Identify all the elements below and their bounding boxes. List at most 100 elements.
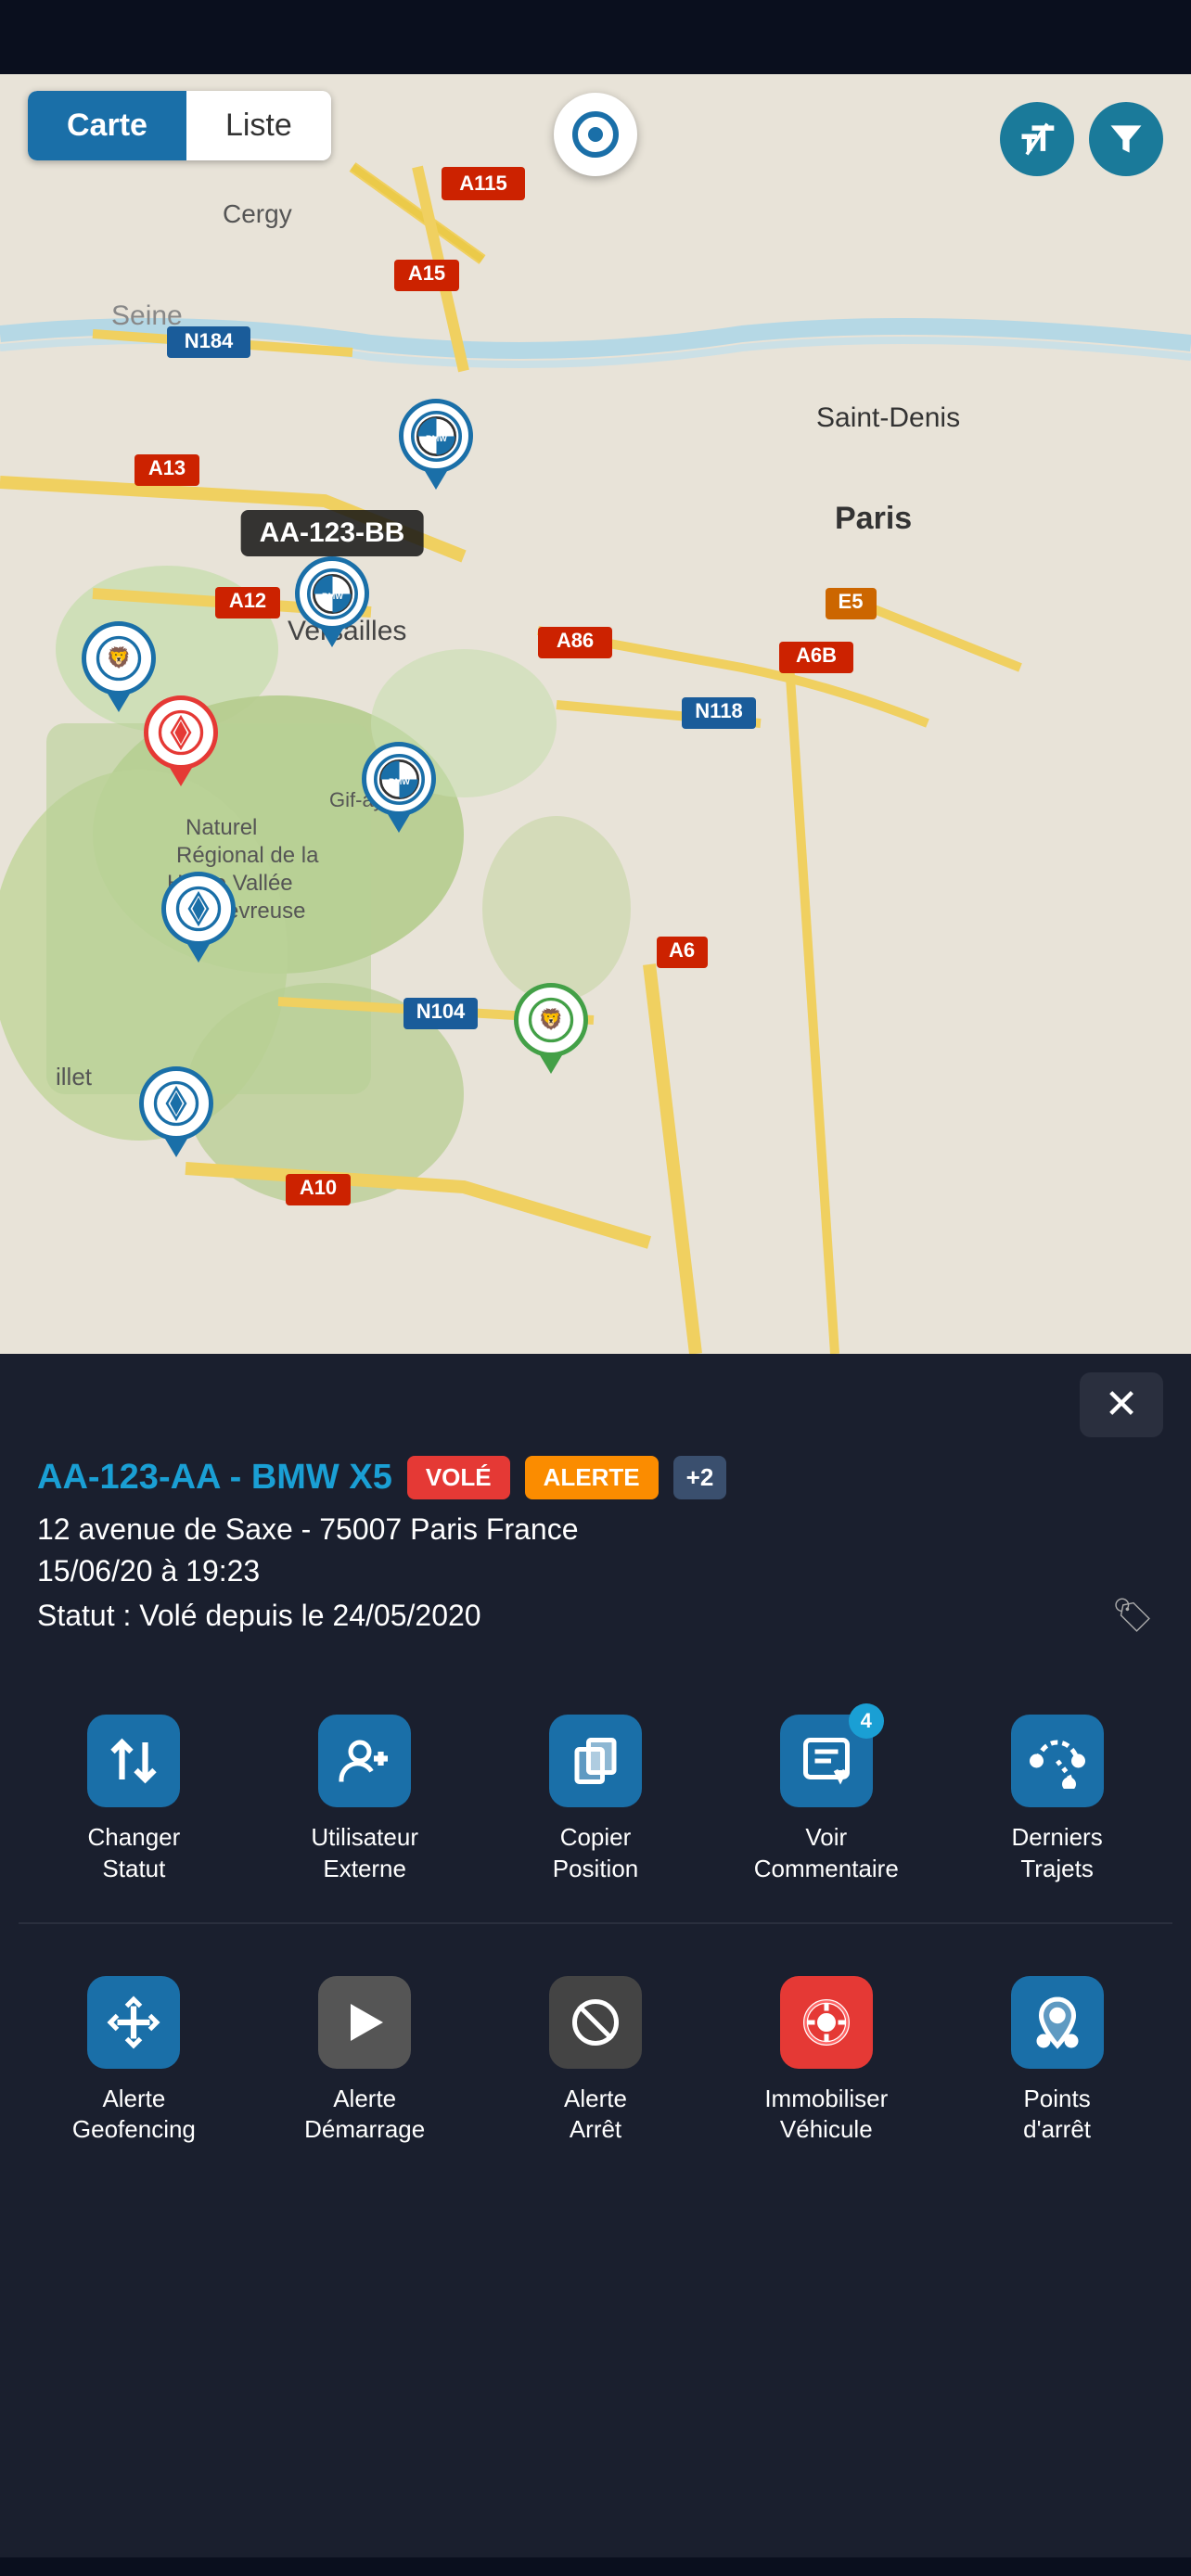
location-icon xyxy=(572,111,619,158)
immobiliser-icon-wrap xyxy=(780,1976,873,2069)
peugeot-logo-1: 🦁 xyxy=(96,635,142,682)
svg-text:N104: N104 xyxy=(416,1000,466,1023)
badge-plus: +2 xyxy=(673,1456,727,1499)
utilisateur-externe-icon xyxy=(337,1733,392,1789)
vehicle-title-text: AA-123-AA - BMW X5 xyxy=(37,1458,392,1498)
marker-renault2[interactable] xyxy=(161,872,236,963)
svg-text:A10: A10 xyxy=(300,1176,337,1199)
renault-logo-1 xyxy=(158,709,204,756)
filter-icon xyxy=(1106,119,1146,159)
changer-statut-label: ChangerStatut xyxy=(88,1822,181,1885)
tab-group[interactable]: Carte Liste xyxy=(28,91,331,160)
marker-triangle-renault2 xyxy=(187,944,210,963)
alerte-geofencing-icon-wrap xyxy=(87,1976,180,2069)
vehicle-info: AA-123-AA - BMW X5 VOLÉ ALERTE +2 12 ave… xyxy=(0,1437,1191,1663)
svg-text:N184: N184 xyxy=(185,329,234,352)
svg-text:illet: illet xyxy=(56,1063,93,1090)
peugeot-logo-2: 🦁 xyxy=(528,997,574,1043)
changer-statut-icon-wrap xyxy=(87,1715,180,1807)
svg-text:BMW: BMW xyxy=(322,592,343,601)
bmw-logo-1: BMW xyxy=(411,411,462,462)
action-points-darret[interactable]: Pointsd'arrêt xyxy=(941,1952,1172,2165)
copier-position-icon-wrap xyxy=(549,1715,642,1807)
action-copier-position[interactable]: CopierPosition xyxy=(480,1690,711,1904)
svg-text:A15: A15 xyxy=(408,261,445,285)
marker-circle-bmw3: BMW xyxy=(362,742,436,816)
action-immobiliser[interactable]: ImmobiliserVéhicule xyxy=(711,1952,941,2165)
derniers-trajets-label: DerniersTrajets xyxy=(1011,1822,1102,1885)
svg-text:A6B: A6B xyxy=(796,644,837,667)
utilisateur-externe-label: UtilisateurExterne xyxy=(311,1822,418,1885)
svg-text:BMW: BMW xyxy=(389,777,410,786)
badge-count-4: 4 xyxy=(849,1703,884,1739)
derniers-trajets-icon xyxy=(1030,1733,1085,1789)
marker-triangle-bmw1 xyxy=(425,471,447,490)
filter-button[interactable] xyxy=(1089,102,1163,176)
tab-carte-button[interactable]: Carte xyxy=(28,91,186,160)
vehicle-statut: Statut : Volé depuis le 24/05/2020 🏷 xyxy=(37,1596,1154,1635)
alerte-arret-label: AlerteArrêt xyxy=(564,2084,627,2147)
marker-triangle-renault3 xyxy=(165,1139,187,1157)
svg-text:Saint-Denis: Saint-Denis xyxy=(816,402,960,433)
action-alerte-geofencing[interactable]: AlerteGeofencing xyxy=(19,1952,250,2165)
svg-text:Cergy: Cergy xyxy=(223,199,292,228)
alerte-demarrage-icon xyxy=(337,1995,392,2050)
alerte-geofencing-icon xyxy=(106,1995,161,2050)
action-alerte-demarrage[interactable]: AlerteDémarrage xyxy=(250,1952,480,2165)
marker-circle-bmw1: BMW xyxy=(399,399,473,473)
marker-label-bmw2: AA-123-BB xyxy=(241,510,424,556)
badge-alerte: ALERTE xyxy=(525,1456,659,1499)
bottom-panel: ✕ AA-123-AA - BMW X5 VOLÉ ALERTE +2 12 a… xyxy=(0,1354,1191,2557)
svg-text:A6: A6 xyxy=(669,938,695,962)
map-container[interactable]: Seine A115 A15 N184 xyxy=(0,74,1191,1354)
action-changer-statut[interactable]: ChangerStatut xyxy=(19,1690,250,1904)
action-voir-commentaire[interactable]: 4 VoirCommentaire xyxy=(711,1690,941,1904)
marker-triangle-bmw2 xyxy=(321,629,343,647)
action-alerte-arret[interactable]: AlerteArrêt xyxy=(480,1952,711,2165)
marker-triangle-peugeot1 xyxy=(108,694,130,712)
action-utilisateur-externe[interactable]: UtilisateurExterne xyxy=(250,1690,480,1904)
actions-grid-row2: AlerteGeofencing AlerteDémarrage AlerteA… xyxy=(0,1924,1191,2184)
marker-triangle-bmw3 xyxy=(388,814,410,833)
bmw-logo-2: BMW xyxy=(307,568,358,619)
vehicle-title-row: AA-123-AA - BMW X5 VOLÉ ALERTE +2 xyxy=(37,1456,1154,1499)
marker-triangle-peugeot2 xyxy=(540,1055,562,1074)
font-size-button[interactable] xyxy=(1000,102,1074,176)
marker-peugeot1[interactable]: 🦁 xyxy=(82,621,156,712)
alerte-demarrage-icon-wrap xyxy=(318,1976,411,2069)
vehicle-address: 12 avenue de Saxe - 75007 Paris France xyxy=(37,1512,1154,1547)
derniers-trajets-icon-wrap xyxy=(1011,1715,1104,1807)
points-darret-icon xyxy=(1030,1995,1085,2050)
copier-position-icon xyxy=(568,1733,623,1789)
font-size-icon xyxy=(1017,119,1057,159)
alerte-demarrage-label: AlerteDémarrage xyxy=(304,2084,425,2147)
svg-text:Régional de la: Régional de la xyxy=(176,843,319,868)
svg-text:N118: N118 xyxy=(695,699,742,722)
vehicle-statut-text: Statut : Volé depuis le 24/05/2020 xyxy=(37,1599,481,1633)
action-derniers-trajets[interactable]: DerniersTrajets xyxy=(941,1690,1172,1904)
marker-circle-peugeot2: 🦁 xyxy=(514,983,588,1057)
alerte-arret-icon-wrap xyxy=(549,1976,642,2069)
voir-commentaire-icon-wrap: 4 xyxy=(780,1715,873,1807)
points-darret-label: Pointsd'arrêt xyxy=(1023,2084,1091,2147)
marker-bmw2[interactable]: AA-123-BB BMW xyxy=(295,529,369,647)
marker-peugeot2[interactable]: 🦁 xyxy=(514,983,588,1074)
marker-renault3[interactable] xyxy=(139,1066,213,1157)
marker-bmw3[interactable]: BMW xyxy=(362,742,436,833)
voir-commentaire-label: VoirCommentaire xyxy=(754,1822,899,1885)
svg-text:🦁: 🦁 xyxy=(107,646,132,670)
points-darret-icon-wrap xyxy=(1011,1976,1104,2069)
marker-circle-renault3 xyxy=(139,1066,213,1141)
close-panel-button[interactable]: ✕ xyxy=(1080,1372,1163,1437)
changer-statut-icon xyxy=(106,1733,161,1789)
svg-text:A12: A12 xyxy=(229,589,266,612)
voir-commentaire-icon xyxy=(799,1733,854,1789)
actions-grid-row1: ChangerStatut UtilisateurExterne xyxy=(0,1663,1191,1922)
svg-text:E5: E5 xyxy=(839,590,864,613)
utilisateur-externe-icon-wrap xyxy=(318,1715,411,1807)
copier-position-label: CopierPosition xyxy=(553,1822,639,1885)
tab-liste-button[interactable]: Liste xyxy=(186,91,331,160)
marker-bmw1[interactable]: BMW xyxy=(399,399,473,490)
bmw-logo-3: BMW xyxy=(374,754,425,805)
location-center-button[interactable] xyxy=(554,93,637,176)
